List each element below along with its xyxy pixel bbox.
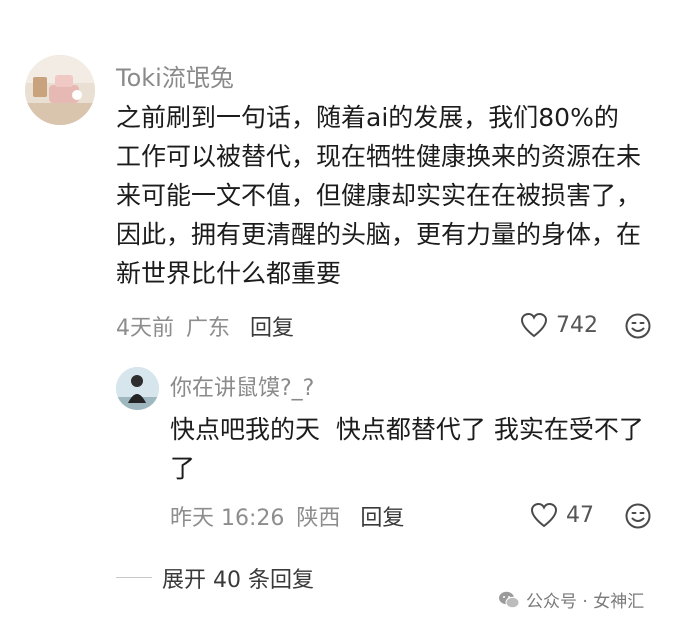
wechat-icon bbox=[499, 591, 520, 608]
reply-reply-button[interactable]: 回复 bbox=[360, 500, 404, 532]
comment-text-line: 来可能一文不值，但健康却实实在在被损害了， bbox=[116, 181, 642, 210]
reply-location: 陕西 bbox=[296, 506, 341, 531]
like-count: 742 bbox=[556, 312, 598, 338]
expand-replies-button[interactable]: 展开 40 条回复 bbox=[162, 562, 314, 594]
reply-button[interactable]: 回复 bbox=[250, 310, 294, 342]
reply-avatar[interactable] bbox=[116, 367, 159, 410]
heart-icon bbox=[530, 502, 558, 528]
comment-meta: 4天前 广东 回复 bbox=[116, 310, 294, 342]
comment-location: 广东 bbox=[186, 316, 231, 341]
comment-text-line: 因此，拥有更清醒的头脑，更有力量的身体，在 bbox=[116, 220, 642, 249]
comment-text-line: 工作可以被替代，现在牺牲健康换来的资源在未 bbox=[116, 142, 642, 171]
like-button[interactable]: 742 bbox=[520, 312, 598, 338]
reply-like-count: 47 bbox=[566, 502, 594, 528]
watermark-text: 公众号 · 女神汇 bbox=[526, 592, 645, 612]
reply-text-line: 快点吧我的天 快点都替代了 我实在受不了 bbox=[170, 415, 644, 444]
reply-time: 昨天 16:26 bbox=[170, 506, 285, 531]
smiley-icon bbox=[625, 313, 651, 339]
comment-page: Toki流氓兔 之前刷到一句话，随着ai的发展，我们80%的 工作可以被替代，现… bbox=[0, 0, 690, 626]
reply-emoji-button[interactable] bbox=[624, 502, 652, 534]
reply-text: 快点吧我的天 快点都替代了 我实在受不了 了 bbox=[170, 410, 662, 488]
comment-text-line: 新世界比什么都重要 bbox=[116, 259, 342, 288]
reply-meta: 昨天 16:26 陕西 回复 bbox=[170, 500, 404, 532]
smiley-icon bbox=[625, 503, 651, 529]
reply-username[interactable]: 你在讲鼠馍?_? bbox=[170, 370, 314, 402]
comment-username[interactable]: Toki流氓兔 bbox=[116, 58, 234, 93]
comment-text: 之前刷到一句话，随着ai的发展，我们80%的 工作可以被替代，现在牺牲健康换来的… bbox=[116, 98, 666, 293]
avatar[interactable] bbox=[25, 55, 95, 125]
comment-time: 4天前 bbox=[116, 316, 174, 341]
emoji-button[interactable] bbox=[624, 312, 652, 344]
comment-text-line: 之前刷到一句话，随着ai的发展，我们80%的 bbox=[116, 103, 619, 132]
expand-divider bbox=[116, 577, 152, 578]
heart-icon bbox=[520, 312, 548, 338]
watermark: 公众号 · 女神汇 bbox=[498, 587, 644, 612]
reply-like-button[interactable]: 47 bbox=[530, 502, 594, 528]
reply-text-line: 了 bbox=[170, 454, 196, 483]
